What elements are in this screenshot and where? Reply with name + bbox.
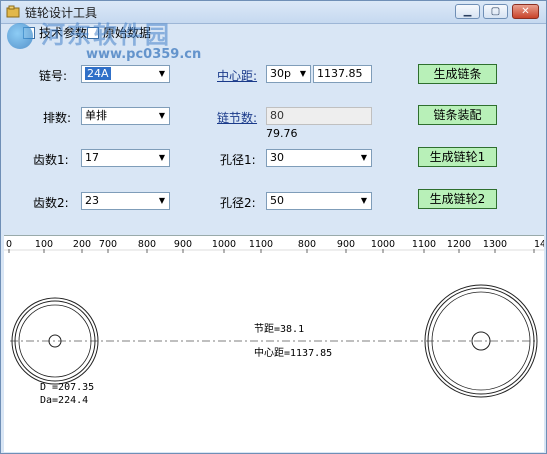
generate-sprocket1-button[interactable]: 生成链轮1 [418,147,497,167]
rows-select[interactable]: 单排 ▼ [81,107,170,125]
ruler-label: 700 [99,239,117,250]
app-icon [6,5,20,18]
generate-sprocket2-button[interactable]: 生成链轮2 [418,189,497,209]
ruler-label: 1000 [371,239,395,250]
close-icon: ✕ [521,6,530,17]
chevron-down-icon: ▼ [360,153,368,162]
ruler-label: 200 [73,239,91,250]
teeth1-label: 齿数1: [33,153,69,167]
teeth2-select[interactable]: 23 ▼ [81,192,170,210]
ruler-label: 800 [138,239,156,250]
center-distance-unit-value: 30p [270,67,291,80]
ruler-label: 1300 [483,239,507,250]
center-distance-label: 中心距: [217,69,258,83]
app-window: 链轮设计工具 ▁ ▢ ✕ 技术参数 原始数据 河东软件园 www.pc0359.… [0,0,547,454]
rows-label: 排数: [43,111,72,125]
teeth2-label: 齿数2: [33,196,69,210]
chain-links-label: 链节数: [217,111,258,125]
bore2-label: 孔径2: [220,196,256,210]
bore2-select[interactable]: 50 ▼ [266,192,372,210]
ruler-label: 1100 [249,239,273,250]
bore1-select[interactable]: 30 ▼ [266,149,372,167]
close-button[interactable]: ✕ [512,4,539,19]
ruler-label: 100 [35,239,53,250]
chevron-down-icon: ▼ [158,153,166,162]
chain-links-input: 80 [266,107,372,125]
ruler-label: 140 [534,239,544,250]
chain-links-computed: 79.76 [266,127,298,140]
tip-diameter-annotation: Da=224.4 [40,395,88,406]
chevron-down-icon: ▼ [299,69,307,78]
ruler-label: 900 [174,239,192,250]
ruler-label: 800 [298,239,316,250]
chain-no-label: 链号: [39,69,68,83]
pitch-annotation: 节距=38.1 [254,323,304,335]
center-distance-annotation: 中心距=1137.85 [254,346,332,359]
ruler-label: 1000 [212,239,236,250]
drawing-svg: 0 100 200 700 800 900 1000 1100 800 900 1000 1100 12… [4,239,544,406]
ruler-label: 1100 [412,239,436,250]
chain-no-value: 24A [85,67,111,80]
bore1-label: 孔径1: [220,153,256,167]
generate-chain-button[interactable]: 生成链条 [418,64,497,84]
teeth1-value: 17 [85,151,99,164]
bore2-value: 50 [270,194,284,207]
ruler-label: 0 [6,239,12,250]
chain-assembly-button[interactable]: 链条装配 [418,105,497,125]
teeth1-select[interactable]: 17 ▼ [81,149,170,167]
minimize-button[interactable]: ▁ [455,4,480,19]
watermark-text: 河东软件园 [41,21,171,49]
chevron-down-icon: ▼ [158,111,166,120]
bore1-value: 30 [270,151,284,164]
watermark-url: www.pc0359.cn [86,47,202,62]
maximize-icon: ▢ [490,6,501,17]
pitch-diameter-annotation: D =207.35 [40,382,94,393]
center-distance-input[interactable]: 1137.85 [313,65,372,83]
chevron-down-icon: ▼ [158,69,166,78]
watermark-logo [7,23,33,49]
maximize-button[interactable]: ▢ [483,4,508,19]
minimize-icon: ▁ [463,6,472,17]
center-distance-unit-select[interactable]: 30p ▼ [266,65,311,83]
teeth2-value: 23 [85,194,99,207]
ruler-label: 900 [337,239,355,250]
chevron-down-icon: ▼ [158,196,166,205]
chevron-down-icon: ▼ [360,196,368,205]
chain-no-select[interactable]: 24A ▼ [81,65,170,83]
drawing-canvas[interactable]: 0 100 200 700 800 900 1000 1100 800 900 1000 1100 12… [4,235,544,452]
rows-value: 单排 [85,109,107,122]
ruler-labels: 0 100 200 700 800 900 1000 1100 800 900 1000 1100 12… [6,239,544,250]
ruler-label: 1200 [447,239,471,250]
